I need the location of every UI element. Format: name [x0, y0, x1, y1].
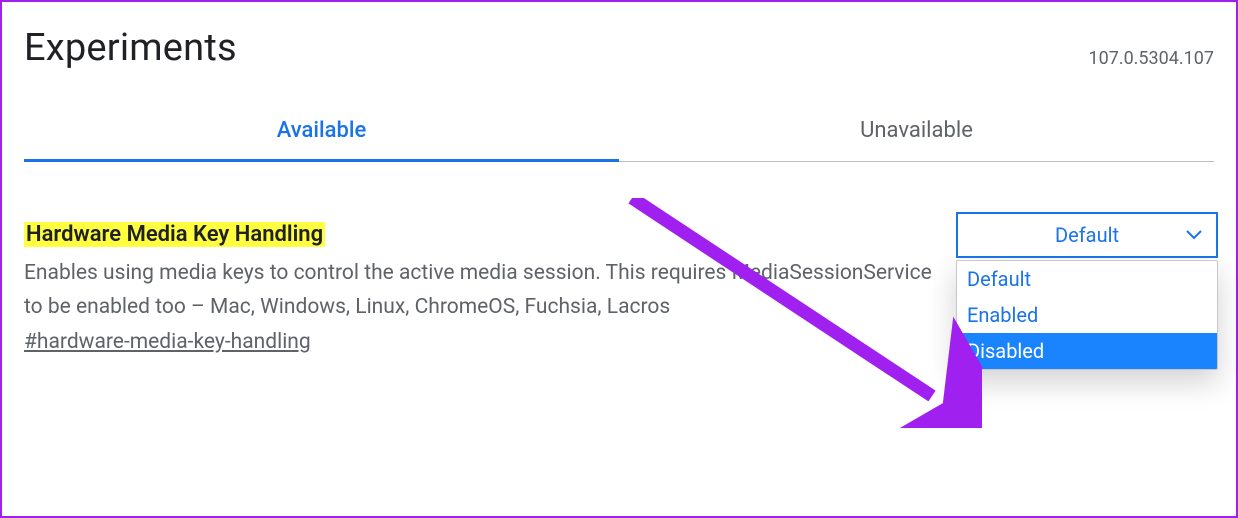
tab-unavailable[interactable]: Unavailable: [619, 118, 1214, 162]
page-title: Experiments: [24, 26, 237, 70]
experiment-anchor-link[interactable]: #hardware-media-key-handling: [24, 330, 311, 354]
experiment-description: Enables using media keys to control the …: [24, 257, 944, 324]
option-default[interactable]: Default: [957, 261, 1217, 297]
experiment-title: Hardware Media Key Handling: [24, 222, 325, 247]
select-current-value: Default: [1055, 223, 1119, 247]
experiment-state-dropdown: Default Enabled Disabled: [956, 260, 1218, 370]
chevron-down-icon: [1186, 230, 1202, 240]
version-label: 107.0.5304.107: [1088, 48, 1214, 69]
option-disabled[interactable]: Disabled: [957, 333, 1217, 369]
tab-available[interactable]: Available: [24, 118, 619, 162]
tab-bar: Available Unavailable: [2, 118, 1236, 162]
experiment-state-select[interactable]: Default: [956, 212, 1218, 258]
option-enabled[interactable]: Enabled: [957, 297, 1217, 333]
experiment-row: Hardware Media Key Handling Enables usin…: [2, 162, 1236, 354]
